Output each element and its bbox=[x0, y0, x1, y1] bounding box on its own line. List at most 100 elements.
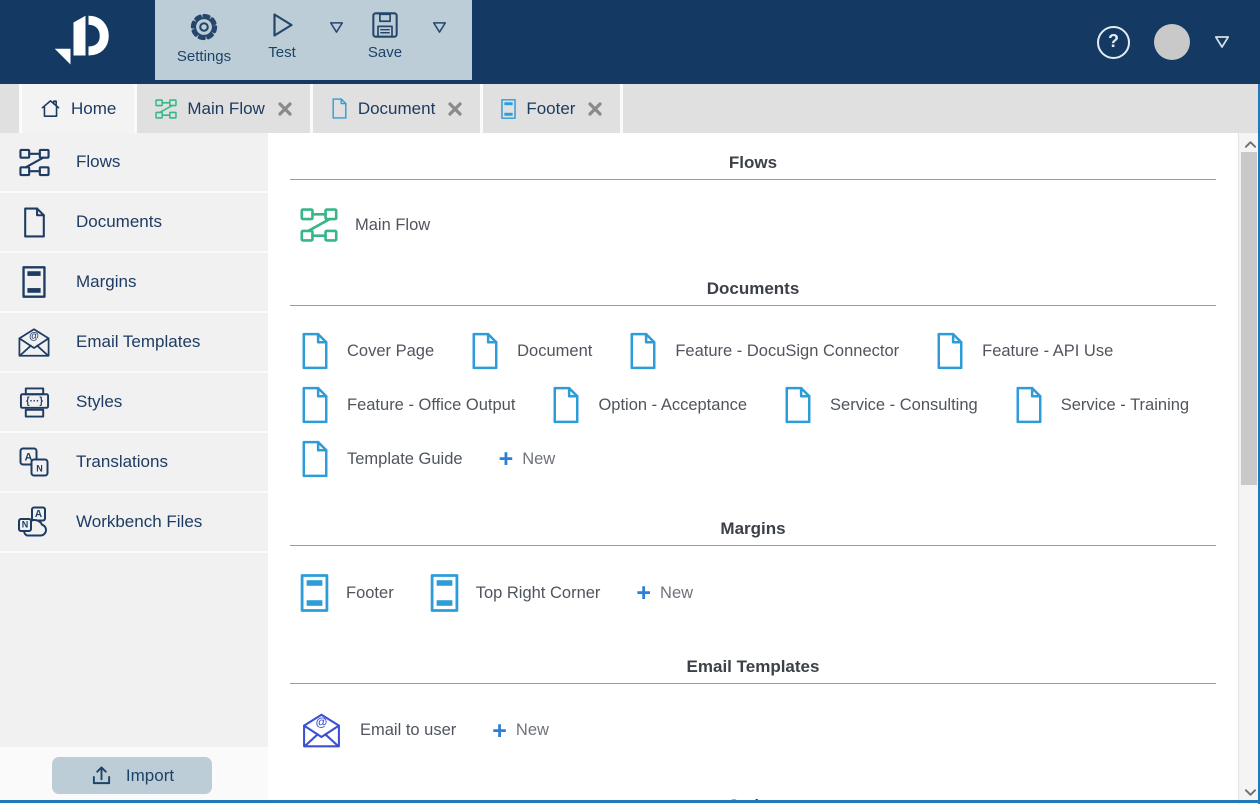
avatar[interactable] bbox=[1154, 24, 1190, 60]
new-email-templates-button[interactable]: + New bbox=[492, 716, 549, 745]
list-item-template-guide[interactable]: Template Guide bbox=[300, 440, 463, 478]
tab-document-label: Document bbox=[357, 98, 436, 118]
document-icon bbox=[935, 332, 965, 370]
email-icon: @ bbox=[18, 327, 50, 357]
chevron-down-outline-icon bbox=[329, 22, 344, 33]
list-item-label: Top Right Corner bbox=[475, 583, 601, 602]
sidebar-item-workbench-files[interactable]: A N Workbench Files bbox=[0, 493, 268, 553]
tab-home[interactable]: Home bbox=[19, 84, 135, 133]
list-item-main-flow[interactable]: Main Flow bbox=[300, 206, 430, 244]
document-icon bbox=[15, 207, 53, 238]
section-divider bbox=[290, 179, 1216, 180]
save-button-label: Save bbox=[367, 44, 403, 61]
svg-text:N: N bbox=[22, 520, 29, 530]
account-menu-button[interactable] bbox=[1214, 35, 1230, 49]
section-divider bbox=[290, 305, 1216, 306]
margin-icon bbox=[300, 574, 329, 612]
sidebar-item-flows[interactable]: Flows bbox=[0, 133, 268, 193]
new-button-label: New bbox=[660, 583, 694, 602]
scroll-up-button[interactable] bbox=[1239, 136, 1260, 152]
svg-text:{···}: {···} bbox=[25, 395, 42, 406]
close-icon[interactable] bbox=[278, 101, 292, 116]
list-item-label: Service - Training bbox=[1060, 395, 1190, 414]
sidebar-item-email-templates[interactable]: @ Email Templates bbox=[0, 313, 268, 373]
tab-document[interactable]: Document bbox=[309, 84, 481, 133]
section-title-email-templates: Email Templates bbox=[686, 657, 820, 676]
list-item-label: Option - Acceptance bbox=[598, 395, 748, 414]
list-item-option-acceptance[interactable]: Option - Acceptance bbox=[551, 386, 747, 424]
section-title-flows: Flows bbox=[728, 153, 778, 172]
close-icon[interactable] bbox=[588, 101, 603, 116]
list-item-footer[interactable]: Footer bbox=[300, 574, 394, 612]
app-logo[interactable] bbox=[0, 0, 155, 84]
list-item-label: Email to user bbox=[360, 721, 457, 739]
list-item-top-right-corner[interactable]: Top Right Corner bbox=[430, 574, 601, 612]
flow-icon bbox=[300, 206, 338, 244]
list-item-feature-api-use[interactable]: Feature - API Use bbox=[935, 332, 1113, 370]
save-dropdown-arrow[interactable] bbox=[432, 21, 447, 34]
list-item-label: Feature - DocuSign Connector bbox=[675, 341, 900, 360]
close-icon[interactable] bbox=[448, 101, 462, 116]
scrollbar-thumb[interactable] bbox=[1241, 152, 1257, 485]
tab-main-flow[interactable]: Main Flow bbox=[134, 84, 310, 133]
workbench-icon: AN bbox=[15, 506, 53, 538]
import-button[interactable]: Import bbox=[52, 757, 212, 794]
save-icon bbox=[372, 12, 398, 38]
chevron-down-outline-icon bbox=[432, 22, 447, 33]
document-icon bbox=[470, 332, 500, 370]
test-button[interactable]: Test bbox=[243, 11, 346, 80]
vertical-scrollbar[interactable] bbox=[1238, 133, 1260, 804]
sidebar-item-label: Workbench Files bbox=[76, 512, 203, 531]
close-icon bbox=[278, 101, 292, 116]
tab-home-icon bbox=[40, 98, 61, 119]
document-icon bbox=[1016, 386, 1042, 424]
list-item-document[interactable]: Document bbox=[470, 332, 592, 370]
gear-icon bbox=[190, 13, 218, 41]
plus-icon: + bbox=[492, 716, 507, 745]
list-item-label: Document bbox=[517, 341, 593, 360]
new-margins-button[interactable]: + New bbox=[636, 581, 694, 606]
styles-icon: {···} bbox=[15, 386, 53, 418]
list-item-label: Feature - Office Output bbox=[347, 395, 516, 414]
flow-icon bbox=[15, 147, 53, 178]
margin-icon bbox=[430, 574, 458, 612]
plus-icon: + bbox=[498, 445, 514, 473]
list-item-label: Footer bbox=[346, 583, 394, 602]
new-button-label: New bbox=[515, 721, 549, 739]
tab-footer[interactable]: Footer bbox=[480, 84, 624, 133]
list-item-email-to-user[interactable]: @ Email to user bbox=[300, 712, 456, 749]
test-button-main: Test bbox=[243, 11, 321, 61]
topbar-right: ? bbox=[1097, 0, 1260, 84]
save-button-main: Save bbox=[346, 11, 424, 61]
document-icon bbox=[300, 386, 330, 424]
close-icon bbox=[588, 101, 603, 116]
list-item-service-training[interactable]: Service - Training bbox=[1014, 386, 1189, 424]
sidebar-item-documents[interactable]: Documents bbox=[0, 193, 268, 253]
list-item-label: Service - Consulting bbox=[830, 395, 978, 414]
document-icon bbox=[1014, 386, 1044, 424]
document-icon bbox=[472, 332, 498, 370]
sidebar-item-margins[interactable]: Margins bbox=[0, 253, 268, 313]
tab-document-icon bbox=[331, 98, 348, 119]
sidebar-item-styles[interactable]: {···} Styles bbox=[0, 373, 268, 433]
sidebar-item-label: Flows bbox=[76, 152, 121, 171]
settings-button[interactable]: Settings bbox=[165, 11, 243, 80]
sidebar-item-label: Styles bbox=[76, 392, 123, 411]
sidebar-item-translations[interactable]: A N Translations bbox=[0, 433, 268, 493]
test-dropdown-arrow[interactable] bbox=[329, 21, 344, 34]
list-item-feature-office-output[interactable]: Feature - Office Output bbox=[300, 386, 515, 424]
help-button[interactable]: ? bbox=[1097, 25, 1130, 59]
test-button-label: Test bbox=[268, 44, 296, 61]
list-item-cover-page[interactable]: Cover Page bbox=[300, 332, 434, 370]
document-icon bbox=[785, 386, 811, 424]
new-button-label: New bbox=[522, 449, 556, 468]
section-rows-flows: Main Flow bbox=[300, 206, 1218, 244]
home-icon bbox=[41, 100, 60, 117]
new-documents-button[interactable]: + New bbox=[498, 445, 556, 473]
upload-icon bbox=[90, 765, 113, 786]
scroll-down-button[interactable] bbox=[1239, 784, 1260, 800]
list-item-feature-docusign-connector[interactable]: Feature - DocuSign Connector bbox=[628, 332, 899, 370]
save-button[interactable]: Save bbox=[346, 11, 449, 80]
list-item-service-consulting[interactable]: Service - Consulting bbox=[783, 386, 978, 424]
svg-text:A: A bbox=[35, 509, 42, 520]
